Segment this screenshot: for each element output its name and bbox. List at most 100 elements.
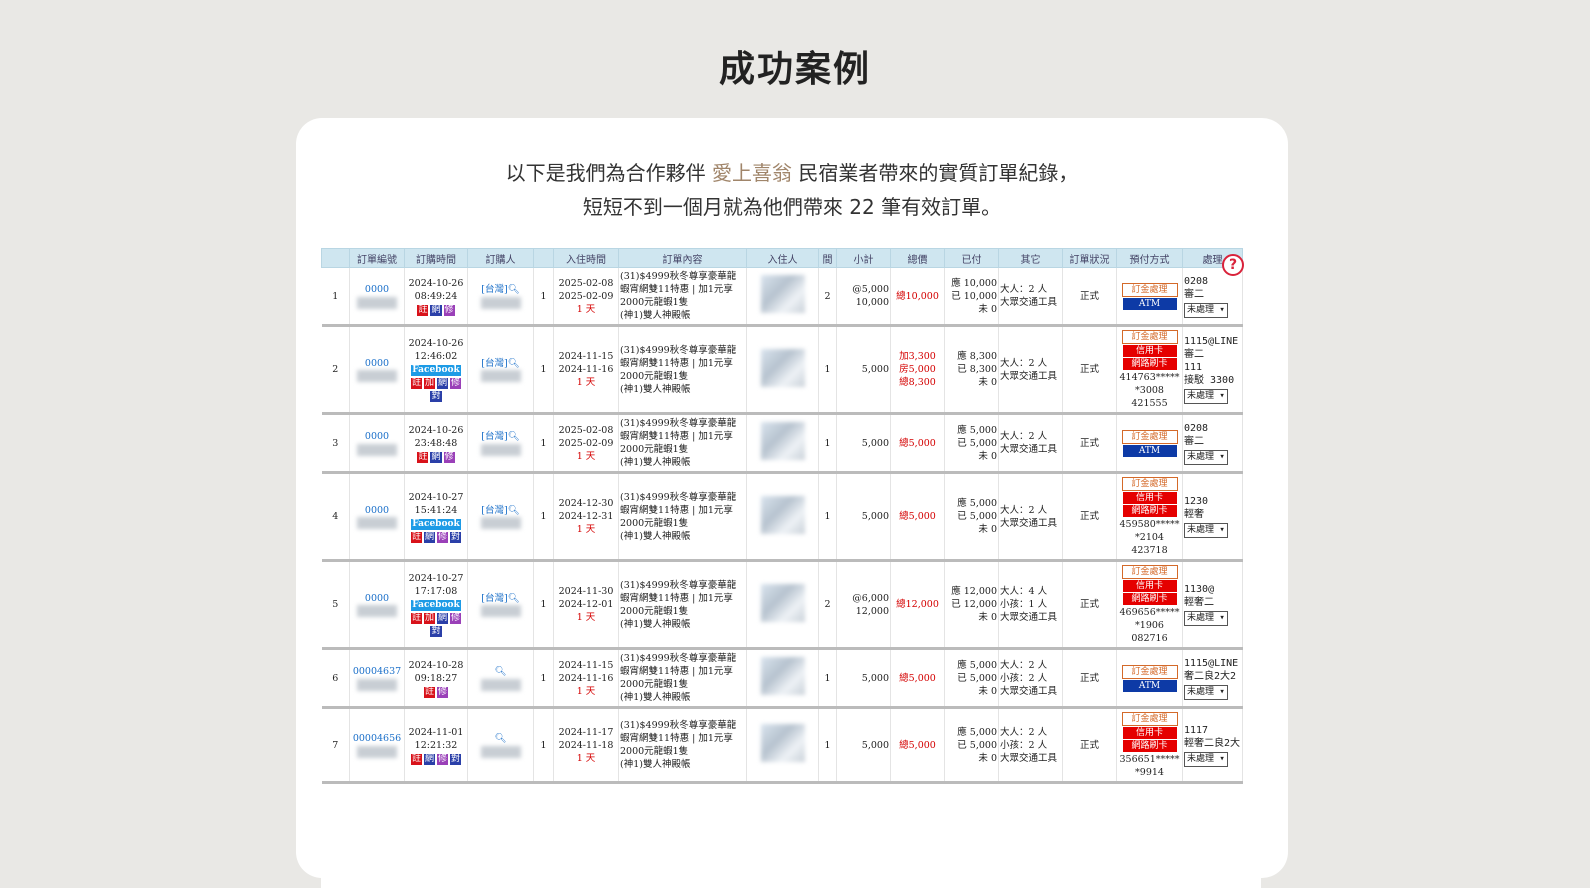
payment-method-button[interactable]: 網路刷卡 [1122,358,1177,370]
payment-method-button[interactable]: 信用卡 [1122,580,1177,592]
table-row[interactable]: 3 0000 2024-10-26 23:48:48 註網修 [台灣]🔍︎ 1 20… [321,413,1243,474]
order-tag[interactable]: 修 [443,304,455,316]
table-row[interactable]: 6 00004637 2024-10-28 09:18:27 註修 🔍︎ 1 202… [321,648,1243,709]
content: (31)$4999秋冬尊享豪華龍蝦宵網雙11特惠 | 加1元享2000元龍蝦1隻… [620,344,737,395]
buyer-region[interactable]: [台灣] [481,505,507,516]
payment-method-button[interactable]: 網路刷卡 [1122,593,1177,605]
rooms: 1 [818,325,837,415]
payment-method-button[interactable]: 信用卡 [1122,345,1177,357]
order-number-link[interactable]: 0000 [365,431,389,442]
payment-method-button[interactable]: ATM [1122,297,1177,310]
intro-line1-before: 以下是我們為合作夥伴 [505,161,706,185]
status-select[interactable]: 未處理 ▾ [1184,611,1228,626]
status-select[interactable]: 未處理 ▾ [1184,389,1228,404]
payment-method-button[interactable]: ATM [1122,444,1177,457]
qty: 1 [533,413,554,474]
payment-method-button[interactable]: 訂金處理 [1121,330,1178,344]
order-tag[interactable]: 對 [450,531,462,543]
order-tag[interactable]: 對 [430,626,442,637]
status-select[interactable]: 未處理 ▾ [1184,751,1228,767]
status-select[interactable]: 未處理 ▾ [1184,449,1228,465]
question-circle-icon[interactable]: ? [1222,254,1244,276]
status-select[interactable]: 未處理 ▾ [1184,302,1228,318]
order-tag[interactable]: 加 [423,613,435,624]
order-tag[interactable]: 註 [410,613,422,624]
table-row[interactable]: 4 0000 2024-10-27 15:41:24 Facebook 註網修對 [台… [321,472,1243,562]
payment-method-button[interactable]: 網路刷卡 [1122,505,1177,517]
row-index: 4 [321,472,350,562]
order-tag[interactable]: 網 [437,613,449,624]
search-icon[interactable]: 🔍︎ [508,505,520,516]
search-icon[interactable]: 🔍︎ [494,733,506,744]
total: 總10,000 [896,290,939,302]
order-date: 2024-10-26 [408,277,464,289]
order-number-link[interactable]: 0000 [365,284,389,295]
payment-method-button[interactable]: ATM [1122,679,1177,692]
order-tag[interactable]: 網 [430,451,442,463]
column-header: 訂單狀況 [1062,248,1117,268]
search-icon[interactable]: 🔍︎ [508,431,520,442]
order-tag[interactable]: 修 [443,451,455,463]
order-tag[interactable]: 修 [450,613,462,624]
payment-method-button[interactable]: 訂金處理 [1121,477,1178,491]
search-icon[interactable]: 🔍︎ [494,666,506,677]
order-number-link[interactable]: 0000 [365,358,389,369]
payment-method-button[interactable]: 訂金處理 [1121,282,1178,297]
status-select[interactable]: 未處理 ▾ [1184,684,1228,700]
payment-method-button[interactable]: 網路刷卡 [1122,740,1177,752]
payment-method-button[interactable]: 訂金處理 [1121,565,1178,579]
payment-method-button[interactable]: 信用卡 [1122,492,1177,504]
order-number-link[interactable]: 00004656 [353,733,401,744]
order-number-link[interactable]: 00004637 [353,666,401,677]
note: 1115@LINE 奢二良2大2 [1184,657,1239,682]
rooms: 2 [818,560,837,650]
table-row[interactable]: 7 00004656 2024-11-01 12:21:32 註網修對 🔍︎ 1 2… [321,707,1243,784]
table-row[interactable]: 5 0000 2024-10-27 17:17:08 Facebook 註加網修對 [… [321,560,1243,650]
buyer-region[interactable]: [台灣] [481,431,507,442]
payment-method-button[interactable]: 訂金處理 [1121,429,1178,444]
order-tag[interactable]: 修 [437,531,449,543]
buyer-region[interactable]: [台灣] [481,284,507,295]
total: 加3,300 房5,000 總8,300 [899,351,936,388]
nights: 1 天 [576,450,596,462]
buyer-region[interactable]: [台灣] [481,593,507,604]
order-tag[interactable]: 註 [410,378,422,389]
partner-name: 愛上喜翁 [712,161,792,185]
order-tag[interactable]: 網 [423,753,435,765]
order-tag[interactable]: 註 [417,304,429,316]
facebook-badge: Facebook [411,600,461,611]
order-tag[interactable]: 對 [450,753,462,765]
checkout-date: 2024-11-18 [558,739,614,751]
paid: 應 5,000 已 5,000 未 0 [957,498,997,535]
search-icon[interactable]: 🔍︎ [508,358,520,369]
search-icon[interactable]: 🔍︎ [508,284,520,295]
order-tag[interactable]: 修 [437,686,449,698]
order-date: 2024-10-28 [408,659,464,671]
order-tag[interactable]: 加 [423,378,435,389]
table-row[interactable]: 2 0000 2024-10-26 12:46:02 Facebook 註加網修對 [… [321,325,1243,415]
payment-method-button[interactable]: 訂金處理 [1121,712,1178,726]
payment-method-button[interactable]: 信用卡 [1122,727,1177,739]
subtotal: 5,000 [861,739,889,751]
order-tag[interactable]: 註 [410,531,422,543]
checkin-date: 2024-11-15 [558,351,614,362]
other: 大人：2 人 小孩：2 人 大眾交通工具 [1000,726,1058,764]
search-icon[interactable]: 🔍︎ [508,593,520,604]
order-tag[interactable]: 修 [450,378,462,389]
table-row[interactable]: 1 0000 2024-10-26 08:49:24 註網修 [台灣]🔍︎ 1 20… [321,267,1243,327]
facebook-badge: Facebook [411,518,461,530]
order-tag[interactable]: 網 [423,531,435,543]
order-tag[interactable]: 註 [410,753,422,765]
order-tag[interactable]: 網 [430,304,442,316]
order-tag[interactable]: 對 [430,391,442,402]
order-tag[interactable]: 網 [437,378,449,389]
payment-method-button[interactable]: 訂金處理 [1121,664,1178,679]
order-tag[interactable]: 註 [417,451,429,463]
order-tag[interactable]: 註 [423,686,435,698]
buyer-region[interactable]: [台灣] [481,358,507,369]
order-number-link[interactable]: 0000 [365,593,389,604]
row-index: 1 [321,267,350,327]
order-tag[interactable]: 修 [437,753,449,765]
order-number-link[interactable]: 0000 [365,505,389,516]
status-select[interactable]: 未處理 ▾ [1184,523,1228,538]
